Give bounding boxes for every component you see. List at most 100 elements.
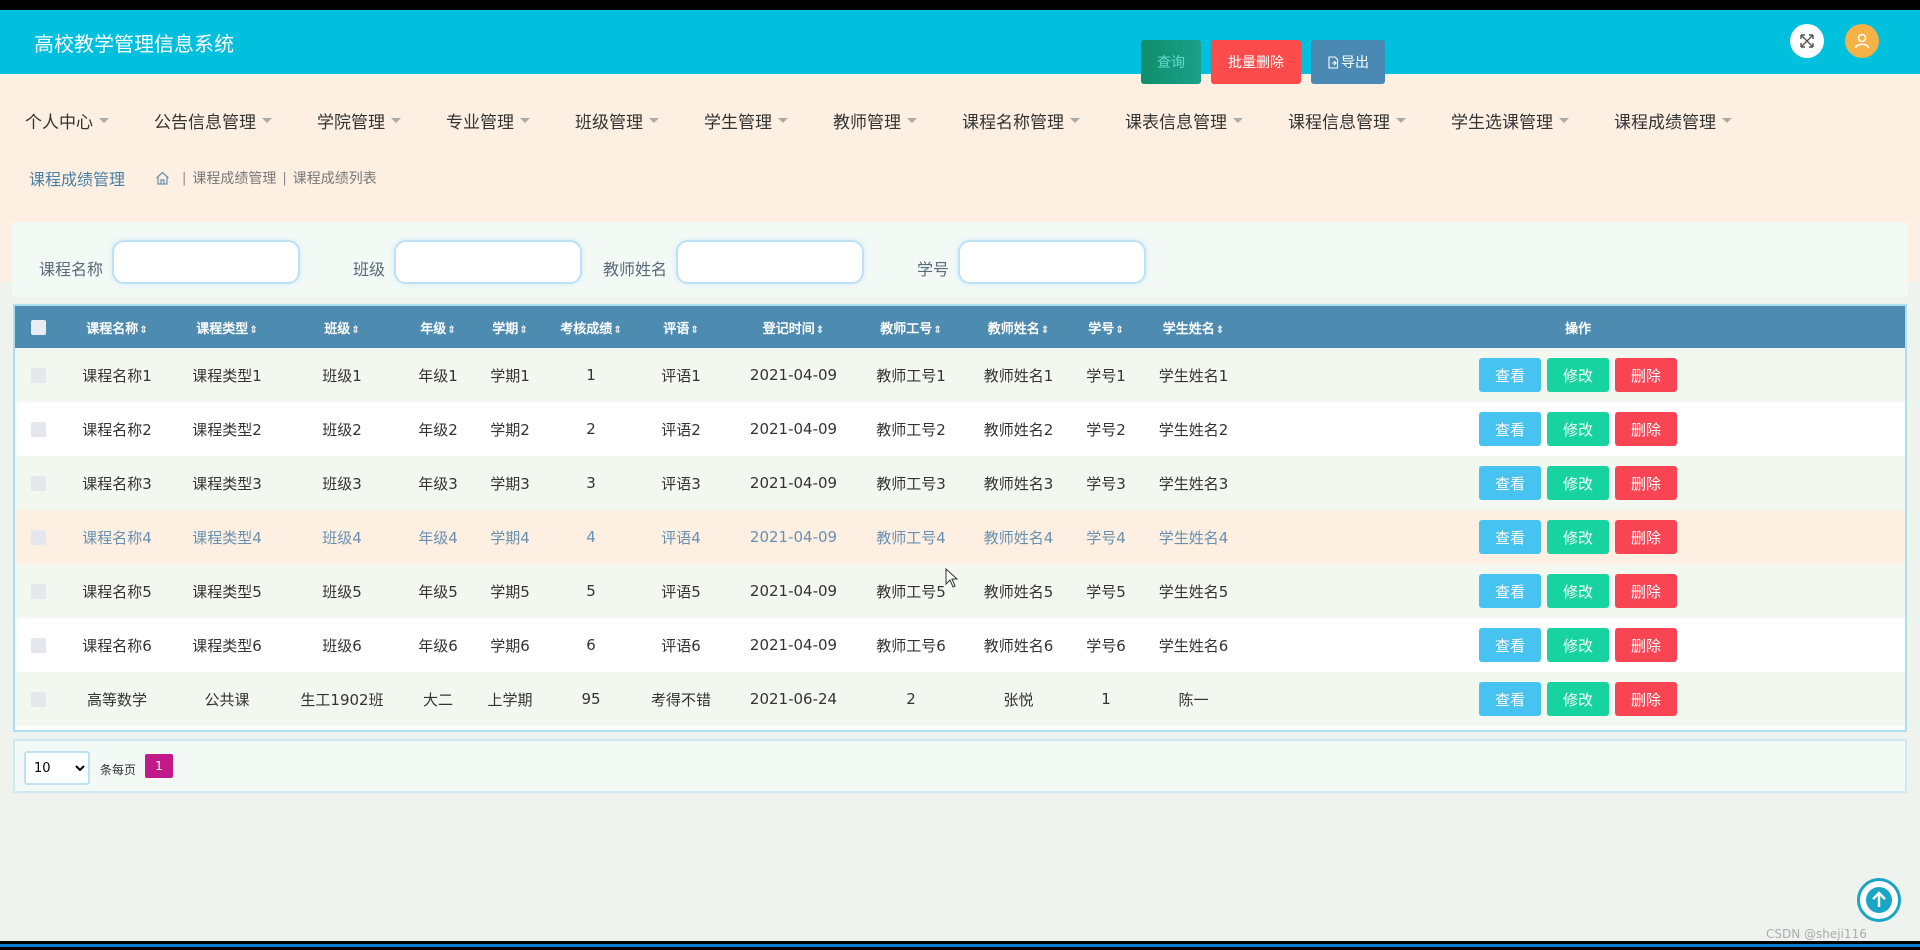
nav-item-1[interactable]: 公告信息管理 bbox=[129, 100, 272, 140]
edit-button[interactable]: 修改 bbox=[1547, 358, 1609, 392]
nav-item-3[interactable]: 专业管理 bbox=[421, 100, 530, 140]
table-cell: 年级5 bbox=[418, 582, 458, 601]
edit-button[interactable]: 修改 bbox=[1547, 682, 1609, 716]
column-header[interactable]: 学期⇕ bbox=[474, 306, 546, 348]
nav-item-label: 教师管理 bbox=[833, 112, 901, 133]
batch-delete-button[interactable]: 批量删除 bbox=[1211, 40, 1301, 84]
nav-item-11[interactable]: 课程成绩管理 bbox=[1589, 100, 1732, 140]
nav-item-10[interactable]: 学生选课管理 bbox=[1426, 100, 1569, 140]
delete-button[interactable]: 删除 bbox=[1615, 412, 1677, 446]
edit-button[interactable]: 修改 bbox=[1547, 628, 1609, 662]
nav-menu: 个人中心 公告信息管理 学院管理 专业管理 班级管理 学生管理 教师管理 课程名称管理 课表信息… bbox=[0, 100, 1752, 140]
view-button[interactable]: 查看 bbox=[1479, 520, 1541, 554]
user-avatar-icon[interactable] bbox=[1845, 24, 1879, 58]
sort-icon[interactable]: ⇕ bbox=[816, 325, 824, 336]
table-cell: 陈一 bbox=[1178, 690, 1209, 709]
home-icon[interactable] bbox=[155, 171, 170, 185]
column-header-label: 年级 bbox=[420, 321, 447, 337]
course-name-input[interactable] bbox=[112, 240, 300, 284]
edit-button[interactable]: 修改 bbox=[1547, 412, 1609, 446]
nav-item-5[interactable]: 学生管理 bbox=[679, 100, 788, 140]
page-size-select[interactable]: 10 bbox=[24, 751, 90, 785]
view-button[interactable]: 查看 bbox=[1479, 628, 1541, 662]
table-row[interactable]: 课程名称1 课程类型1 班级1 年级1 学期1 1 评语1 2021-04-09 教师工号1 教师… bbox=[15, 348, 1905, 402]
sort-icon[interactable]: ⇕ bbox=[613, 325, 621, 336]
nav-item-7[interactable]: 课程名称管理 bbox=[937, 100, 1080, 140]
table-row[interactable]: 课程名称4 课程类型4 班级4 年级4 学期4 4 评语4 2021-04-09 教师工号4 教师… bbox=[15, 510, 1905, 564]
sort-icon[interactable]: ⇕ bbox=[139, 325, 147, 336]
nav-item-8[interactable]: 课表信息管理 bbox=[1100, 100, 1243, 140]
table-row[interactable]: 课程名称2 课程类型2 班级2 年级2 学期2 2 评语2 2021-04-09 教师工号2 教师… bbox=[15, 402, 1905, 456]
breadcrumb-item-module[interactable]: 课程成绩管理 bbox=[192, 168, 276, 188]
column-header[interactable]: 教师工号⇕ bbox=[861, 306, 961, 348]
sort-icon[interactable]: ⇕ bbox=[519, 325, 527, 336]
export-button-label: 导出 bbox=[1341, 55, 1369, 71]
export-icon bbox=[1328, 55, 1339, 69]
row-checkbox[interactable] bbox=[31, 476, 46, 491]
sort-icon[interactable]: ⇕ bbox=[1216, 325, 1224, 336]
teacher-name-input[interactable] bbox=[676, 240, 864, 284]
class-input[interactable] bbox=[394, 240, 582, 284]
row-checkbox[interactable] bbox=[31, 368, 46, 383]
teacher-name-label: 教师姓名 bbox=[603, 260, 668, 279]
column-header[interactable]: 课程类型⇕ bbox=[172, 306, 282, 348]
row-checkbox[interactable] bbox=[31, 692, 46, 707]
column-header[interactable]: 教师姓名⇕ bbox=[961, 306, 1076, 348]
sort-icon[interactable]: ⇕ bbox=[1041, 325, 1049, 336]
delete-button[interactable]: 删除 bbox=[1615, 520, 1677, 554]
row-checkbox[interactable] bbox=[31, 530, 46, 545]
delete-button[interactable]: 删除 bbox=[1615, 628, 1677, 662]
student-no-input[interactable] bbox=[958, 240, 1146, 284]
nav-item-0[interactable]: 个人中心 bbox=[0, 100, 109, 140]
export-button[interactable]: 导出 bbox=[1311, 40, 1385, 84]
column-header[interactable]: 学生姓名⇕ bbox=[1136, 306, 1251, 348]
row-checkbox[interactable] bbox=[31, 422, 46, 437]
page-button-current[interactable]: 1 bbox=[145, 754, 173, 778]
column-header[interactable]: 课程名称⇕ bbox=[62, 306, 172, 348]
sort-icon[interactable]: ⇕ bbox=[933, 325, 941, 336]
view-button[interactable]: 查看 bbox=[1479, 358, 1541, 392]
nav-item-6[interactable]: 教师管理 bbox=[808, 100, 917, 140]
view-button[interactable]: 查看 bbox=[1479, 682, 1541, 716]
nav-item-4[interactable]: 班级管理 bbox=[550, 100, 659, 140]
select-all-checkbox[interactable] bbox=[31, 319, 46, 335]
back-to-top-icon[interactable] bbox=[1857, 878, 1901, 922]
sort-icon[interactable]: ⇕ bbox=[351, 325, 359, 336]
nav-item-label: 个人中心 bbox=[25, 112, 93, 133]
nav-item-9[interactable]: 课程信息管理 bbox=[1263, 100, 1406, 140]
column-header-label: 登记时间 bbox=[762, 321, 815, 337]
column-header[interactable]: 班级⇕ bbox=[282, 306, 402, 348]
table-row[interactable]: 课程名称5 课程类型5 班级5 年级5 学期5 5 评语5 2021-04-09 教师工号5 教师… bbox=[15, 564, 1905, 618]
table-cell: 学生姓名4 bbox=[1158, 528, 1229, 547]
column-header[interactable]: 考核成绩⇕ bbox=[546, 306, 636, 348]
row-checkbox[interactable] bbox=[31, 584, 46, 599]
column-header[interactable]: 评语⇕ bbox=[636, 306, 726, 348]
column-header[interactable]: 年级⇕ bbox=[402, 306, 474, 348]
delete-button[interactable]: 删除 bbox=[1615, 574, 1677, 608]
chevron-down-icon bbox=[1070, 117, 1080, 123]
table-row[interactable]: 课程名称6 课程类型6 班级6 年级6 学期6 6 评语6 2021-04-09 教师工号6 教师… bbox=[15, 618, 1905, 672]
table-cell: 高等数学 bbox=[86, 690, 147, 709]
column-header[interactable]: 登记时间⇕ bbox=[726, 306, 861, 348]
delete-button[interactable]: 删除 bbox=[1615, 358, 1677, 392]
view-button[interactable]: 查看 bbox=[1479, 574, 1541, 608]
sort-icon[interactable]: ⇕ bbox=[447, 325, 455, 336]
fullscreen-icon[interactable] bbox=[1790, 24, 1824, 58]
edit-button[interactable]: 修改 bbox=[1547, 574, 1609, 608]
sort-icon[interactable]: ⇕ bbox=[1115, 325, 1123, 336]
table-cell: 课程名称3 bbox=[82, 474, 152, 493]
view-button[interactable]: 查看 bbox=[1479, 466, 1541, 500]
delete-button[interactable]: 删除 bbox=[1615, 682, 1677, 716]
nav-item-2[interactable]: 学院管理 bbox=[292, 100, 401, 140]
table-row[interactable]: 高等数学 公共课 生工1902班 大二 上学期 95 考得不错 2021-06-24 2 张悦 1 陈… bbox=[15, 672, 1905, 726]
table-row[interactable]: 课程名称3 课程类型3 班级3 年级3 学期3 3 评语3 2021-04-09 教师工号3 教师… bbox=[15, 456, 1905, 510]
view-button[interactable]: 查看 bbox=[1479, 412, 1541, 446]
sort-icon[interactable]: ⇕ bbox=[690, 325, 698, 336]
sort-icon[interactable]: ⇕ bbox=[249, 325, 257, 336]
edit-button[interactable]: 修改 bbox=[1547, 466, 1609, 500]
delete-button[interactable]: 删除 bbox=[1615, 466, 1677, 500]
column-header[interactable]: 学号⇕ bbox=[1076, 306, 1136, 348]
search-button[interactable]: 查询 bbox=[1141, 40, 1201, 84]
edit-button[interactable]: 修改 bbox=[1547, 520, 1609, 554]
row-checkbox[interactable] bbox=[31, 638, 46, 653]
